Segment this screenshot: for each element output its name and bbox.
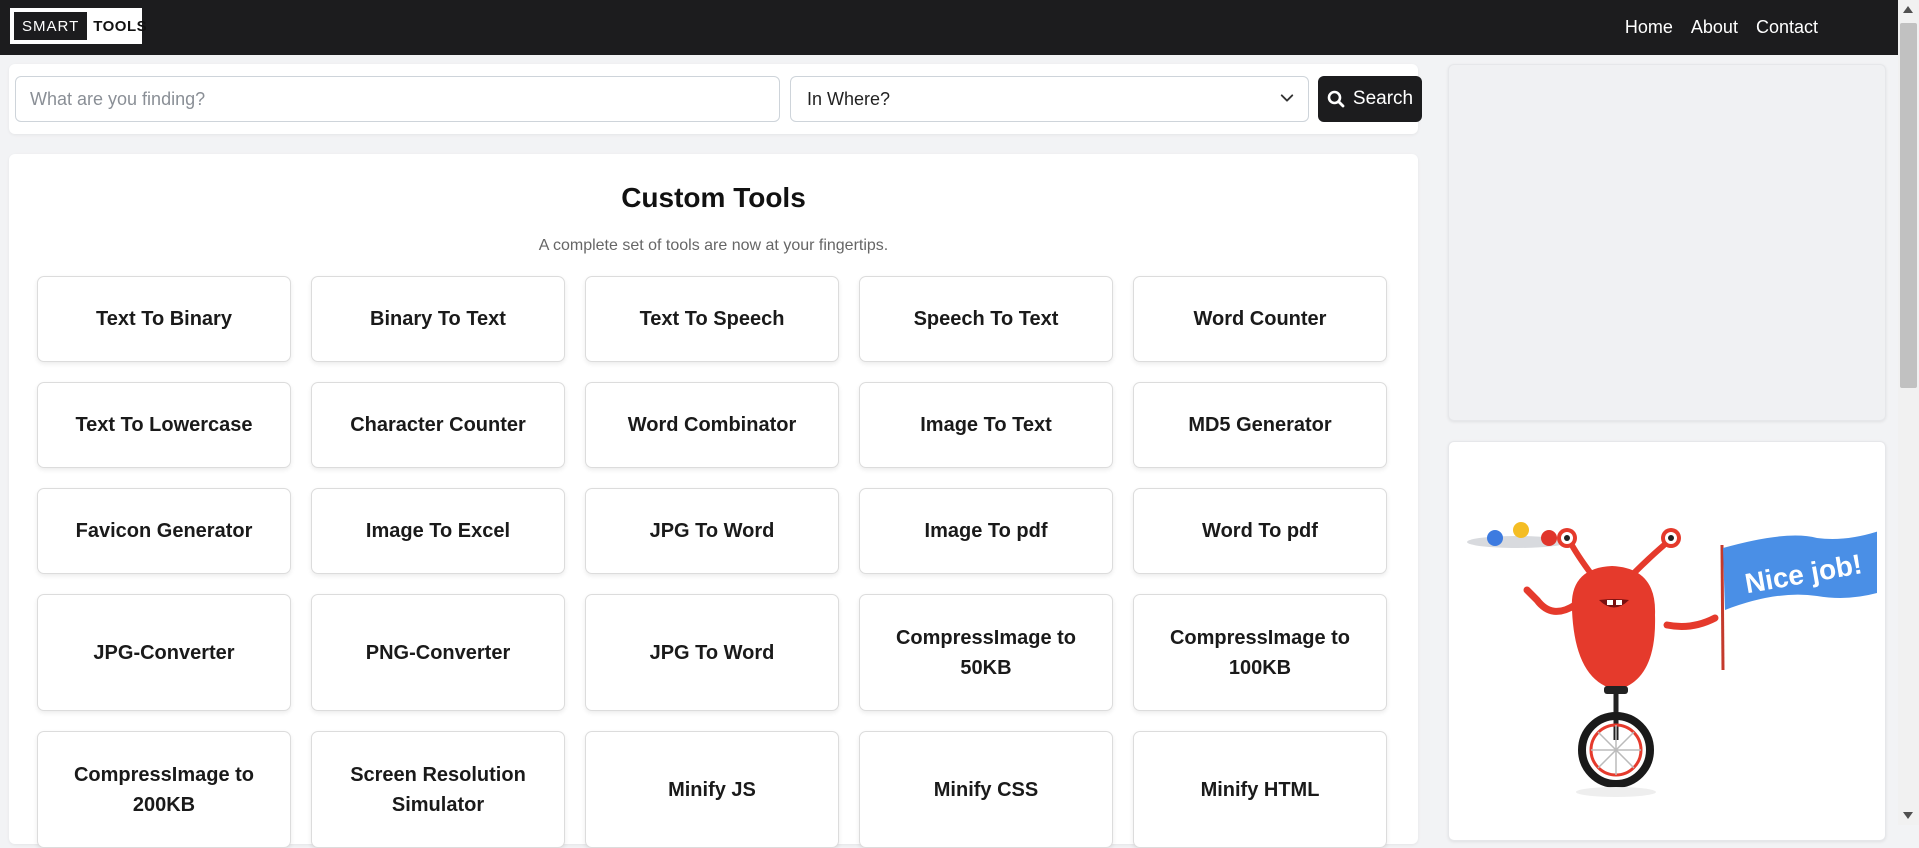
- logo-tools-text: TOOLS: [93, 17, 148, 35]
- tool-tile-favicon-generator[interactable]: Favicon Generator: [37, 488, 291, 574]
- tool-tile-word-combinator[interactable]: Word Combinator: [585, 382, 839, 468]
- page-scrollbar[interactable]: [1898, 0, 1919, 825]
- scrollbar-thumb[interactable]: [1900, 23, 1917, 388]
- search-scope-value: In Where?: [807, 88, 891, 109]
- tool-tile-jpg-to-word-2[interactable]: JPG To Word: [585, 594, 839, 711]
- search-button-label: Search: [1352, 88, 1414, 109]
- tool-tile-compress-50kb[interactable]: CompressImage to 50KB: [859, 594, 1113, 711]
- tool-tile-text-to-binary[interactable]: Text To Binary: [37, 276, 291, 362]
- tool-tile-minify-html[interactable]: Minify HTML: [1133, 731, 1387, 848]
- tool-tile-image-to-pdf[interactable]: Image To pdf: [859, 488, 1113, 574]
- monster-body: [1571, 566, 1656, 690]
- tool-tile-binary-to-text[interactable]: Binary To Text: [311, 276, 565, 362]
- search-icon: [1327, 90, 1345, 108]
- tool-tile-minify-js[interactable]: Minify JS: [585, 731, 839, 848]
- top-navbar: SMART TOOLS Home About Contact: [0, 0, 1898, 55]
- tool-tile-text-to-speech[interactable]: Text To Speech: [585, 276, 839, 362]
- tool-tile-jpg-to-word[interactable]: JPG To Word: [585, 488, 839, 574]
- logo-smart-text: SMART: [14, 12, 88, 40]
- search-button[interactable]: Search: [1318, 76, 1422, 122]
- chevron-down-icon: [1280, 94, 1294, 102]
- scroll-down-arrow-icon[interactable]: [1903, 812, 1913, 819]
- nav-contact-link[interactable]: Contact: [1756, 17, 1818, 38]
- sidebar-image-card: Nice job!: [1448, 441, 1886, 841]
- tool-tile-image-to-text[interactable]: Image To Text: [859, 382, 1113, 468]
- tool-tile-screen-resolution-simulator[interactable]: Screen Resolution Simulator: [311, 731, 565, 848]
- site-logo[interactable]: SMART TOOLS: [10, 8, 147, 44]
- tool-tile-minify-css[interactable]: Minify CSS: [859, 731, 1113, 848]
- custom-tools-card: Custom Tools A complete set of tools are…: [9, 154, 1418, 848]
- nav-about-link[interactable]: About: [1691, 17, 1738, 38]
- tool-tile-compress-200kb[interactable]: CompressImage to 200KB: [37, 731, 291, 848]
- tools-title: Custom Tools: [621, 182, 806, 213]
- tool-tile-png-converter[interactable]: PNG-Converter: [311, 594, 565, 711]
- search-scope-select[interactable]: In Where?: [790, 76, 1309, 122]
- ad-placeholder: [1448, 64, 1886, 421]
- search-bar-card: In Where? Search: [9, 64, 1422, 134]
- scroll-up-arrow-icon[interactable]: [1903, 6, 1913, 13]
- tool-tile-text-to-lowercase[interactable]: Text To Lowercase: [37, 382, 291, 468]
- tools-subtitle: A complete set of tools are now at your …: [538, 237, 889, 254]
- nav-home-link[interactable]: Home: [1625, 17, 1673, 38]
- tool-tile-jpg-converter[interactable]: JPG-Converter: [37, 594, 291, 711]
- tool-tile-image-to-excel[interactable]: Image To Excel: [311, 488, 565, 574]
- tool-tile-compress-100kb[interactable]: CompressImage to 100KB: [1133, 594, 1387, 711]
- tools-grid: Text To Binary Binary To Text Text To Sp…: [37, 276, 1392, 848]
- search-input[interactable]: [15, 76, 780, 122]
- tool-tile-word-to-pdf[interactable]: Word To pdf: [1133, 488, 1387, 574]
- tool-tile-speech-to-text[interactable]: Speech To Text: [859, 276, 1113, 362]
- nav-links: Home About Contact: [1625, 0, 1818, 55]
- tool-tile-character-counter[interactable]: Character Counter: [311, 382, 565, 468]
- tool-tile-md5-generator[interactable]: MD5 Generator: [1133, 382, 1387, 468]
- nice-job-illustration: Nice job!: [1467, 522, 1877, 797]
- tool-tile-word-counter[interactable]: Word Counter: [1133, 276, 1387, 362]
